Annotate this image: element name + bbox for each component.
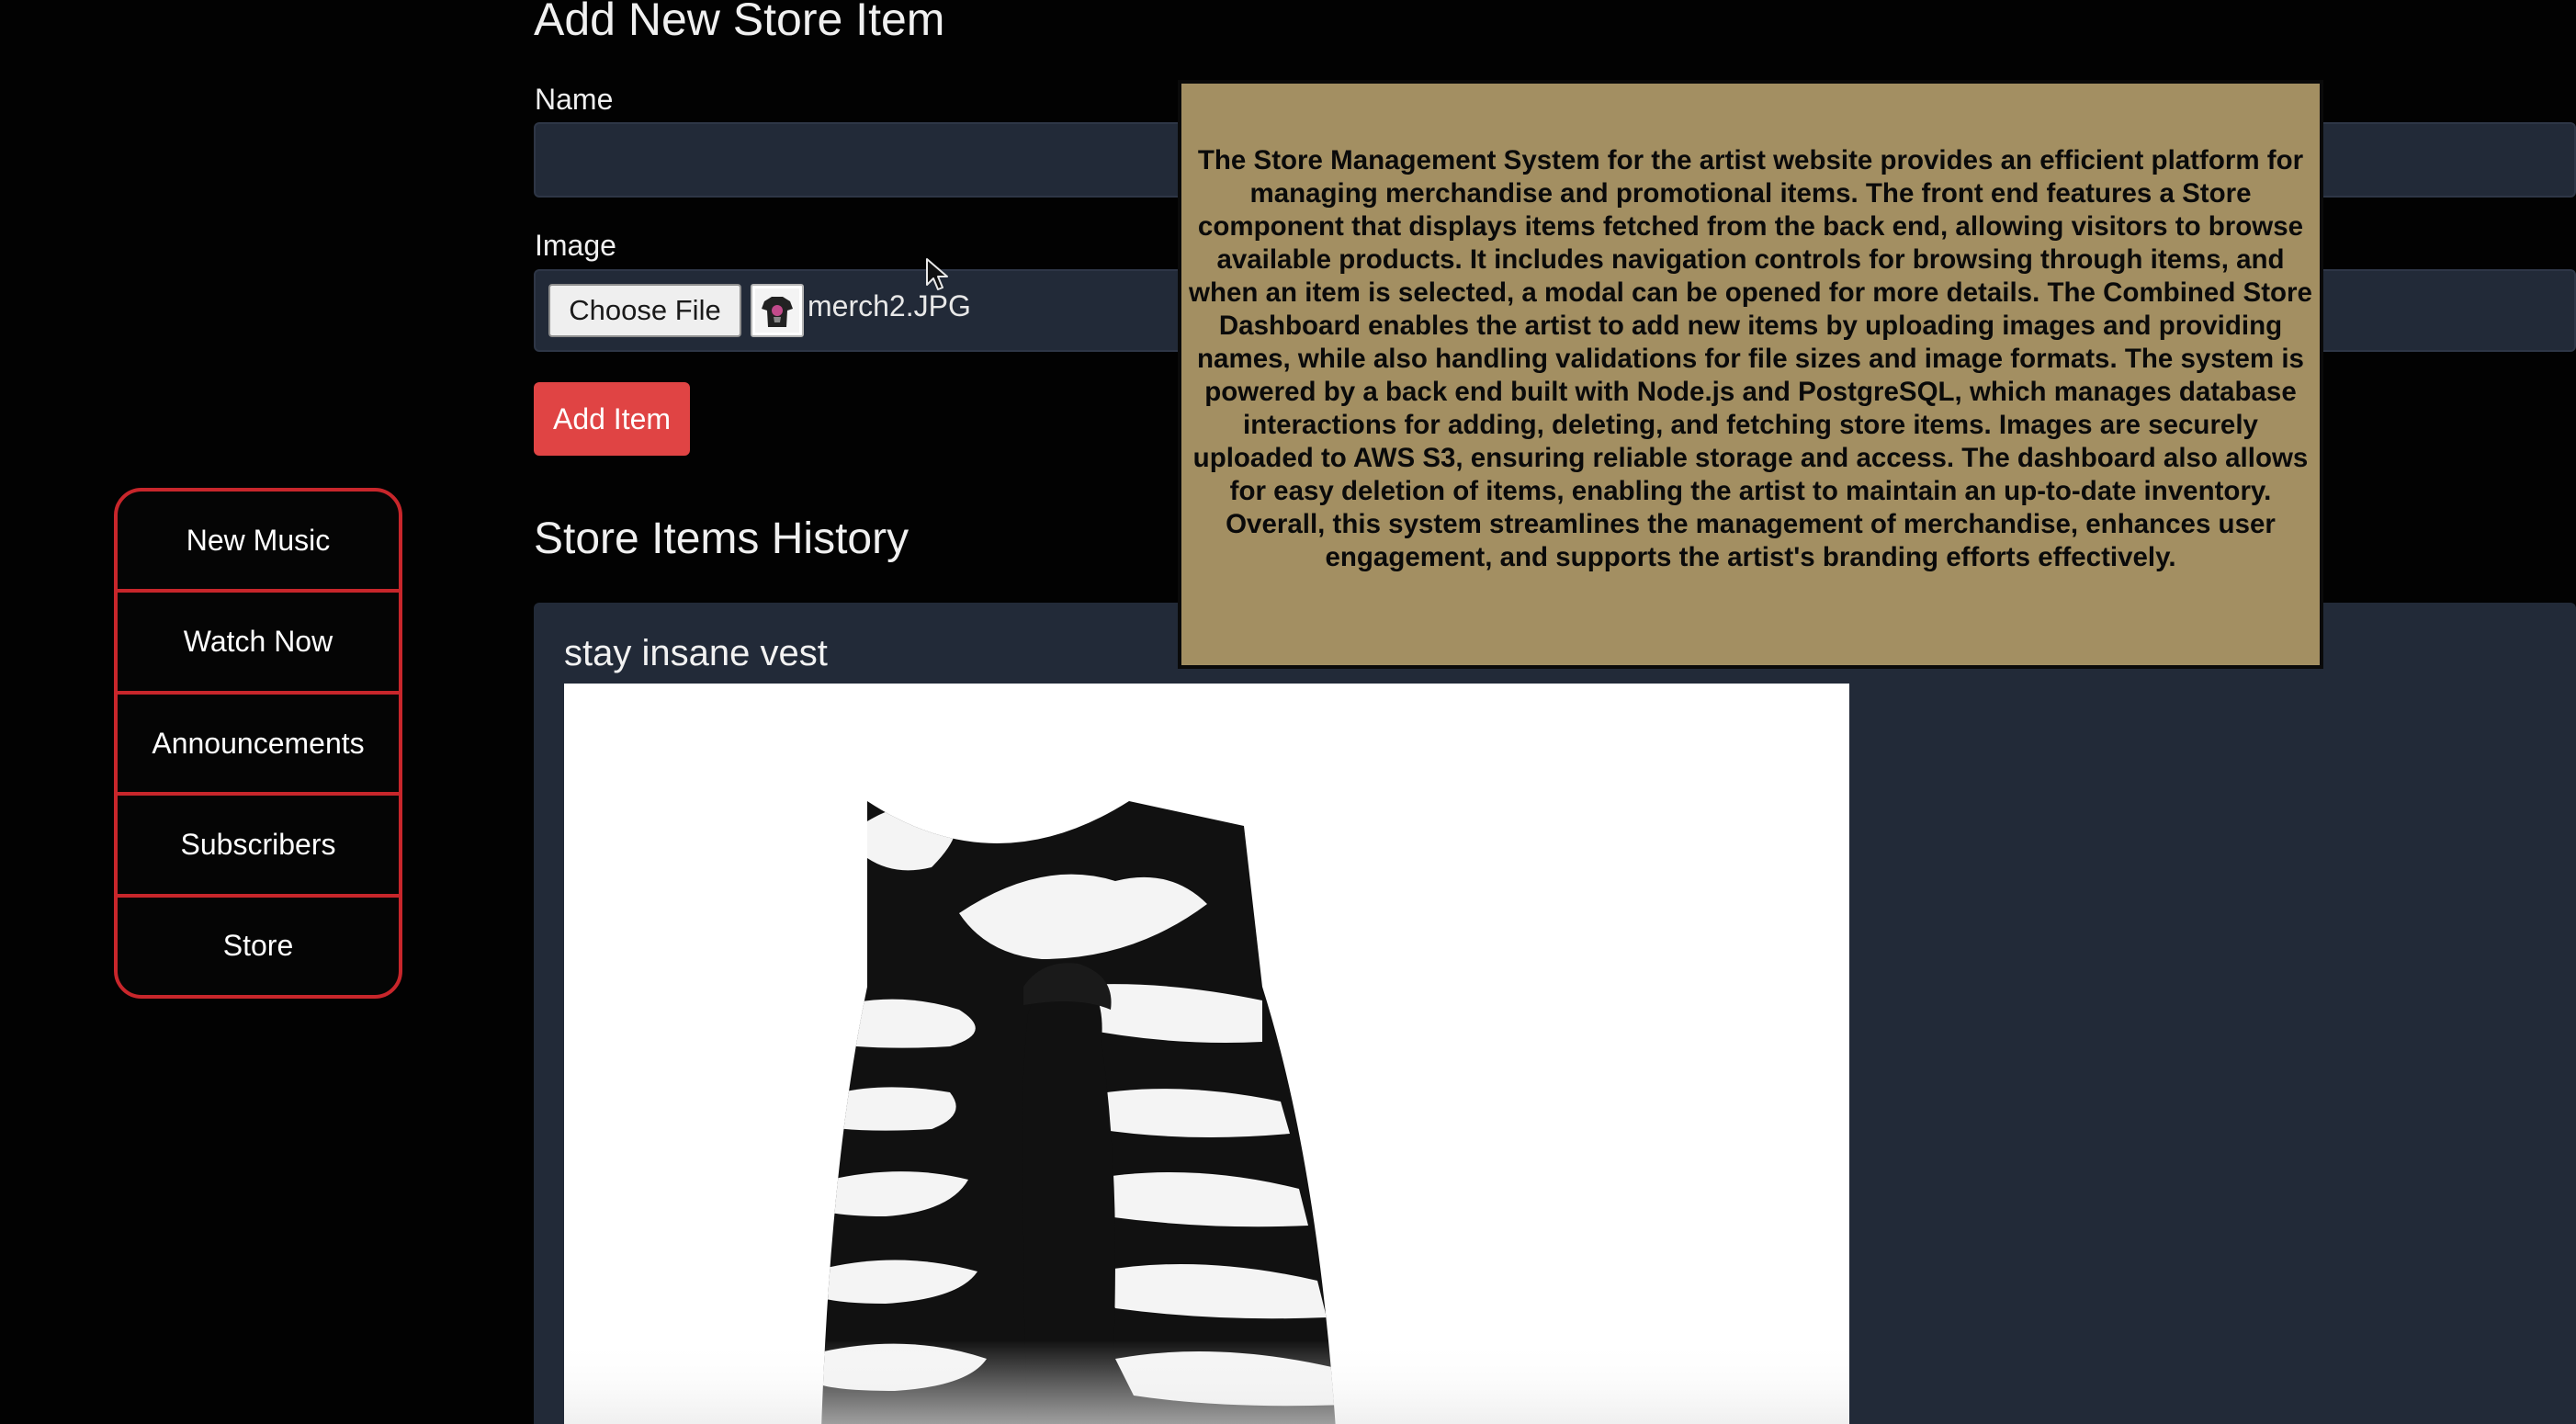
form-title: Add New Store Item [534, 0, 945, 45]
store-item-name: stay insane vest [564, 633, 828, 673]
sidebar-item-store[interactable]: Store [118, 898, 399, 995]
sidebar-item-watch-now[interactable]: Watch Now [118, 593, 399, 695]
sidebar-item-announcements[interactable]: Announcements [118, 695, 399, 797]
mouse-pointer-icon [926, 258, 948, 290]
add-item-button[interactable]: Add Item [534, 382, 690, 456]
sidebar-item-label: Store [222, 929, 294, 963]
sidebar-item-subscribers[interactable]: Subscribers [118, 796, 399, 898]
sidebar-item-label: Watch Now [183, 625, 333, 659]
choose-file-button[interactable]: Choose File [548, 284, 741, 337]
app-root: New Music Watch Now Announcements Subscr… [0, 0, 2576, 1424]
selected-file-name: merch2.JPG [808, 289, 971, 322]
vest-graphic [564, 684, 1849, 1424]
sidebar-nav: New Music Watch Now Announcements Subscr… [114, 488, 402, 999]
description-text: The Store Management System for the arti… [1189, 145, 2312, 572]
history-title: Store Items History [534, 514, 910, 563]
image-label: Image [535, 229, 616, 262]
store-item-card[interactable]: stay insane vest [534, 603, 2576, 1424]
sidebar-item-label: Announcements [152, 726, 365, 760]
shirt-thumbnail-icon [751, 284, 804, 337]
name-label: Name [535, 83, 614, 116]
store-item-image [564, 684, 1849, 1424]
sidebar-item-label: Subscribers [180, 827, 336, 861]
sidebar-item-new-music[interactable]: New Music [118, 492, 399, 593]
sidebar-item-label: New Music [186, 523, 331, 557]
description-overlay: The Store Management System for the arti… [1178, 80, 2323, 669]
